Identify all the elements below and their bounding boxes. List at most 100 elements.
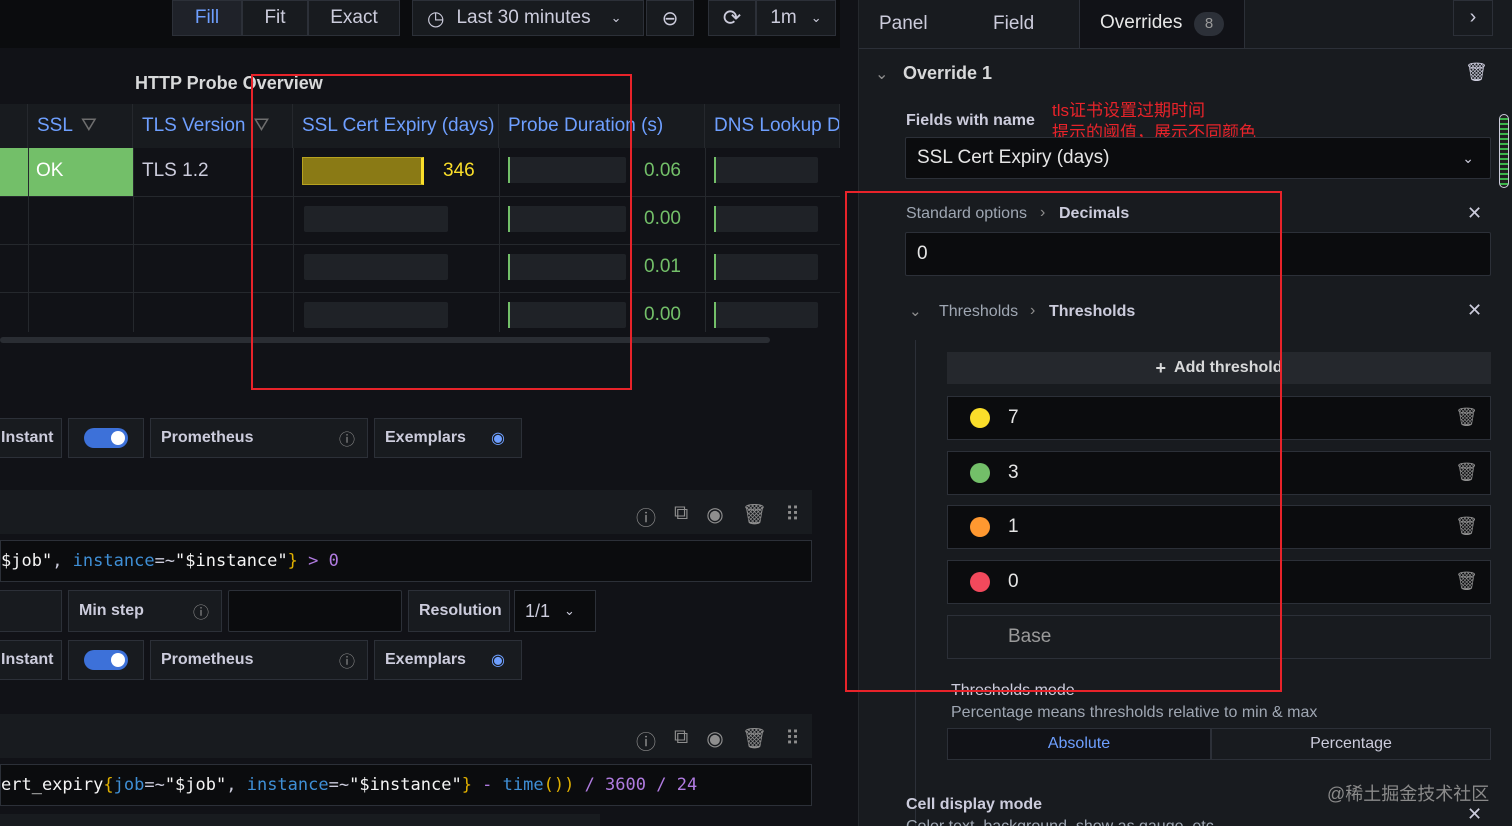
exemplars-toggle[interactable]: Exemplars ◉ xyxy=(374,418,522,458)
datasource-picker[interactable]: Prometheus ⓘ xyxy=(150,418,368,458)
fields-with-name-label: Fields with name xyxy=(906,112,1035,129)
clock-icon: ◷ xyxy=(427,7,445,30)
min-step-label: Min step ⓘ xyxy=(68,590,222,632)
dashboard-edit-area: Fill Fit Exact ◷ Last 30 minutes ⌄ ⊖ ⟳ 1… xyxy=(0,0,840,826)
query-input-2[interactable]: ert_expiry{job =~ "$job", instance =~ "$inst… xyxy=(0,764,812,806)
instant-label: Instant xyxy=(0,418,62,458)
duplicate-icon[interactable]: ⧉ xyxy=(674,726,688,755)
help-icon[interactable]: ⓘ xyxy=(636,502,656,531)
filter-icon[interactable]: ⛛ xyxy=(81,115,97,137)
trash-icon[interactable]: 🗑 xyxy=(1465,62,1488,83)
query-actions: ⓘ ⧉ ◉ 🗑 ⠿ xyxy=(636,502,800,531)
chevron-down-icon[interactable]: ⌄ xyxy=(875,64,888,84)
tab-field[interactable]: Field xyxy=(993,0,1034,48)
min-step-input[interactable] xyxy=(228,590,402,632)
duration-value: 0.01 xyxy=(644,256,681,277)
annotation-box-thresholds xyxy=(845,191,1282,692)
dns-gauge-fill xyxy=(714,302,716,328)
dns-gauge-fill xyxy=(714,157,716,183)
trash-icon[interactable]: 🗑 xyxy=(742,726,767,755)
chevron-down-icon: ⌄ xyxy=(810,10,822,25)
eye-icon[interactable]: ◉ xyxy=(706,502,723,531)
chevron-down-icon: ⌄ xyxy=(610,10,622,25)
column-header-ssl[interactable]: SSL ⛛ xyxy=(28,104,133,148)
close-icon[interactable]: ✕ xyxy=(1467,300,1482,321)
trash-icon[interactable]: 🗑 xyxy=(1455,462,1478,483)
drag-handle-icon[interactable]: ⠿ xyxy=(785,502,800,531)
refresh-interval-picker[interactable]: 1m ⌄ xyxy=(756,0,836,36)
instant-toggle[interactable] xyxy=(84,650,128,670)
override-title[interactable]: Override 1 xyxy=(903,63,992,84)
trash-icon[interactable]: 🗑 xyxy=(742,502,767,531)
column-header-dns-lookup[interactable]: DNS Lookup D xyxy=(705,104,840,148)
dns-gauge-fill xyxy=(714,254,716,280)
duration-value: 0.00 xyxy=(644,208,681,229)
fields-with-name-value: SSL Cert Expiry (days) xyxy=(917,147,1110,168)
close-icon[interactable]: ✕ xyxy=(1467,804,1482,825)
chevron-down-icon: ⌄ xyxy=(1462,149,1474,166)
resolution-select[interactable]: 1/1 ⌄ xyxy=(514,590,596,632)
info-icon: ⓘ xyxy=(338,432,355,449)
cell-display-mode-label: Cell display mode xyxy=(906,796,1043,813)
eye-icon: ◉ xyxy=(491,652,505,669)
trash-icon[interactable]: 🗑 xyxy=(1455,407,1478,428)
exact-button[interactable]: Exact xyxy=(308,0,400,36)
trash-icon[interactable]: 🗑 xyxy=(1455,571,1478,592)
dns-gauge xyxy=(714,302,818,328)
mode-percentage-button[interactable]: Percentage xyxy=(1211,728,1491,760)
eye-icon: ◉ xyxy=(491,430,505,447)
query-actions: ⓘ ⧉ ◉ 🗑 ⠿ xyxy=(636,726,800,755)
column-label-ssl: SSL xyxy=(37,115,73,136)
refresh-icon: ⟳ xyxy=(722,5,742,30)
time-range-picker[interactable]: ◷ Last 30 minutes ⌄ xyxy=(412,0,644,36)
tab-overrides-label: Overrides xyxy=(1100,12,1183,33)
drag-handle-icon[interactable]: ⠿ xyxy=(785,726,800,755)
cell-display-mode-description: Color text, background, show as gauge, e… xyxy=(906,818,1214,826)
datasource-label: Prometheus xyxy=(161,429,254,446)
legend-input[interactable] xyxy=(0,590,62,632)
ssl-status-cell: OK xyxy=(28,148,133,196)
collapse-pane-button[interactable]: › xyxy=(1453,0,1493,36)
instant-toggle[interactable] xyxy=(84,428,128,448)
trash-icon[interactable]: 🗑 xyxy=(1455,516,1478,537)
duplicate-icon[interactable]: ⧉ xyxy=(674,502,688,531)
refresh-button[interactable]: ⟳ xyxy=(708,0,756,36)
instant-toggle-wrap xyxy=(68,418,144,458)
exemplars-label: Exemplars xyxy=(385,651,466,668)
resolution-value: 1/1 xyxy=(525,600,551,621)
fill-button[interactable]: Fill xyxy=(172,0,242,36)
datasource-label: Prometheus xyxy=(161,651,254,668)
pane-scrollbar[interactable] xyxy=(1499,114,1509,188)
column-label-tls: TLS Version xyxy=(142,115,246,136)
duration-value: 0.00 xyxy=(644,304,681,325)
resolution-label: Resolution xyxy=(408,590,510,632)
fit-button[interactable]: Fit xyxy=(242,0,308,36)
datasource-picker[interactable]: Prometheus ⓘ xyxy=(150,640,368,680)
help-icon[interactable]: ⓘ xyxy=(636,726,656,755)
status-cell-prev xyxy=(0,148,28,196)
watermark: @稀土掘金技术社区 xyxy=(1327,784,1490,804)
exemplars-toggle[interactable]: Exemplars ◉ xyxy=(374,640,522,680)
dns-gauge xyxy=(714,254,818,280)
zoom-out-button[interactable]: ⊖ xyxy=(646,0,694,36)
exemplars-label: Exemplars xyxy=(385,429,466,446)
duration-value: 0.06 xyxy=(644,160,681,181)
info-icon: ⓘ xyxy=(338,654,355,671)
chevron-down-icon: ⌄ xyxy=(564,603,575,618)
tls-version-cell: TLS 1.2 xyxy=(142,160,209,181)
tab-panel[interactable]: Panel xyxy=(879,0,928,48)
tab-overrides[interactable]: Overrides 8 xyxy=(1079,0,1245,48)
close-icon[interactable]: ✕ xyxy=(1467,203,1482,224)
instant-toggle-wrap xyxy=(68,640,144,680)
fields-with-name-select[interactable]: SSL Cert Expiry (days) ⌄ xyxy=(905,137,1491,179)
column-label-dns: DNS Lookup D xyxy=(714,115,840,136)
mode-absolute-button[interactable]: Absolute xyxy=(947,728,1211,760)
column-header-prev xyxy=(0,104,28,148)
eye-icon[interactable]: ◉ xyxy=(706,726,723,755)
dns-gauge xyxy=(714,157,818,183)
instant-label: Instant xyxy=(0,640,62,680)
refresh-interval-label: 1m xyxy=(770,7,797,28)
zoom-out-icon: ⊖ xyxy=(661,7,679,30)
info-icon: ⓘ xyxy=(192,605,209,622)
query-input-1[interactable]: $job", instance =~ "$instance"} > 0 xyxy=(0,540,812,582)
